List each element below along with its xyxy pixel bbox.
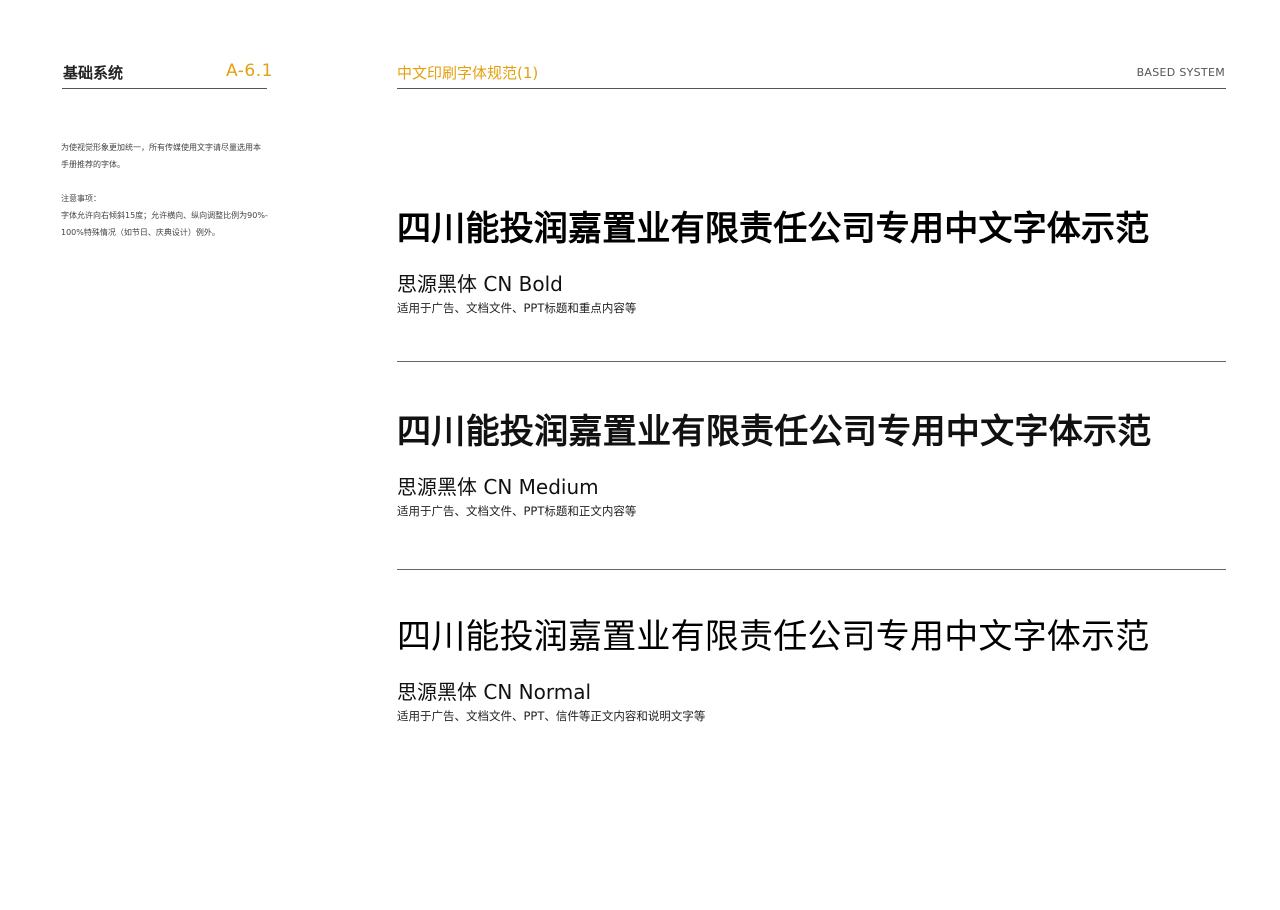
section-code: A-6.1: [226, 61, 273, 81]
font-usage-bold: 适用于广告、文档文件、PPT标题和重点内容等: [397, 301, 637, 315]
font-sample-normal: 四川能投润嘉置业有限责任公司专用中文字体示范: [397, 617, 1150, 657]
font-name-normal: 思源黑体 CN Normal: [397, 680, 592, 704]
intro-line-2: 手册推荐的字体。: [61, 160, 125, 169]
intro-line-1: 为使视觉形象更加统一，所有传媒使用文字请尽量选用本: [61, 143, 261, 152]
header-divider: [397, 88, 1226, 89]
font-usage-medium: 适用于广告、文档文件、PPT标题和正文内容等: [397, 504, 637, 518]
notes-line-2: 100%特殊情况（如节日、庆典设计）例外。: [61, 228, 220, 237]
brand-label: BASED SYSTEM: [1136, 66, 1225, 79]
notes-heading: 注意事项：: [61, 194, 101, 203]
section-title: 基础系统: [63, 64, 124, 82]
font-name-medium: 思源黑体 CN Medium: [397, 475, 599, 499]
font-sample-medium: 四川能投润嘉置业有限责任公司专用中文字体示范: [397, 412, 1152, 452]
font-usage-normal: 适用于广告、文档文件、PPT、信件等正文内容和说明文字等: [397, 709, 706, 723]
notes-line-1: 字体允许向右倾斜15度；允许横向、纵向调整比例为90%-: [61, 211, 268, 220]
page-title: 中文印刷字体规范(1): [397, 64, 539, 82]
section-divider: [397, 361, 1226, 362]
usage-notes: 注意事项： 字体允许向右倾斜15度；允许横向、纵向调整比例为90%- 100%特…: [61, 190, 276, 241]
intro-note: 为使视觉形象更加统一，所有传媒使用文字请尽量选用本 手册推荐的字体。: [61, 139, 276, 173]
font-name-bold: 思源黑体 CN Bold: [397, 272, 563, 296]
section-divider: [397, 569, 1226, 570]
left-divider: [62, 88, 267, 89]
font-sample-bold: 四川能投润嘉置业有限责任公司专用中文字体示范: [397, 209, 1150, 249]
